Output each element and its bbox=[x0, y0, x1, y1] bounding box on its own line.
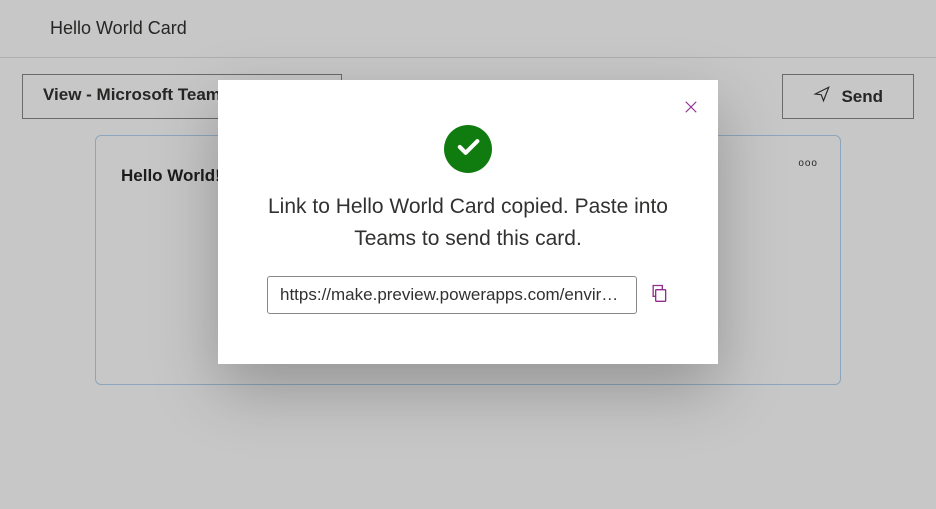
success-badge bbox=[444, 125, 492, 173]
copy-button[interactable] bbox=[649, 283, 669, 308]
url-input[interactable] bbox=[267, 276, 637, 314]
link-copied-modal: Link to Hello World Card copied. Paste i… bbox=[218, 80, 718, 364]
close-button[interactable] bbox=[682, 98, 700, 121]
copy-icon bbox=[649, 290, 669, 307]
url-row bbox=[248, 276, 688, 314]
check-icon bbox=[454, 133, 482, 166]
modal-message: Link to Hello World Card copied. Paste i… bbox=[248, 191, 688, 254]
close-icon bbox=[682, 103, 700, 120]
